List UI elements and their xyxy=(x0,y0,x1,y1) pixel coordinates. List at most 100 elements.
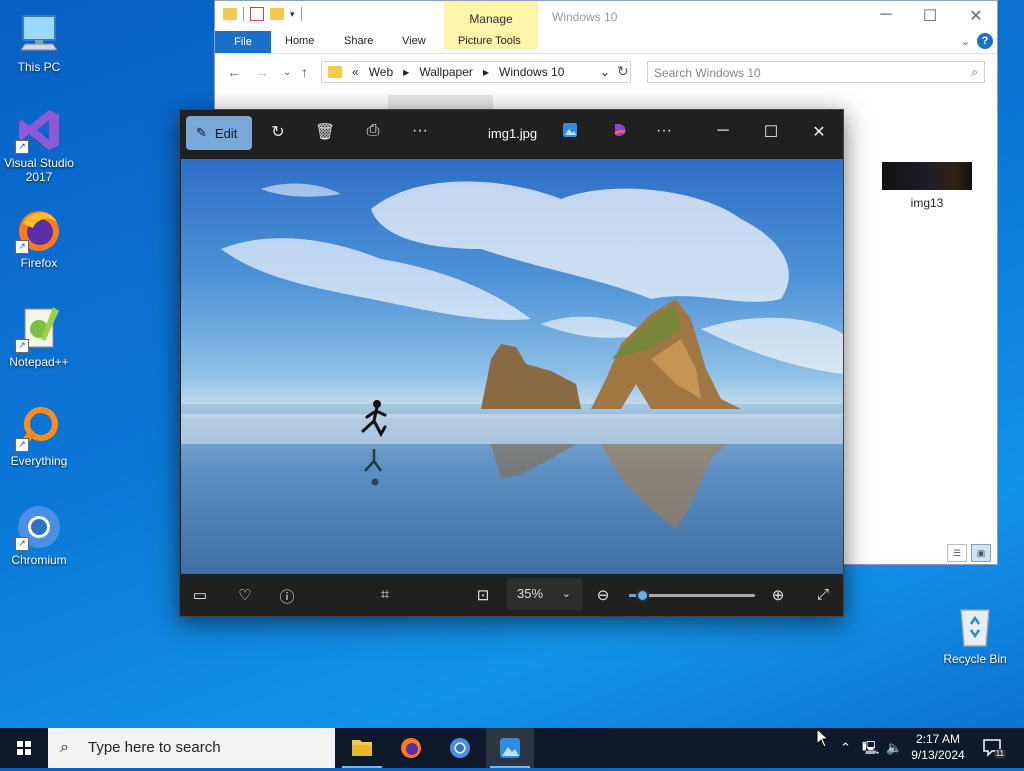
taskbar-chromium[interactable] xyxy=(436,728,484,768)
desktop-icon-label: Chromium xyxy=(11,553,67,567)
chromium-icon: ↗ xyxy=(15,503,63,551)
volume-muted-icon[interactable]: 🔈 xyxy=(886,728,902,768)
action-center-button[interactable]: 11 xyxy=(982,737,1006,759)
breadcrumb-separator-icon[interactable]: ▶ xyxy=(403,68,409,77)
customize-toolbar-icon[interactable]: ▾ xyxy=(290,9,295,20)
clock-date: 9/13/2024 xyxy=(911,748,965,762)
ocr-scan-icon[interactable]: ⌗ xyxy=(374,586,396,603)
mouse-cursor-icon xyxy=(816,728,830,748)
zoom-in-icon[interactable]: ⊕ xyxy=(767,586,789,604)
maximize-button[interactable]: ☐ xyxy=(759,122,783,142)
fit-to-window-icon[interactable]: ⊡ xyxy=(472,586,494,604)
desktop-icon-label: Everything xyxy=(10,454,68,468)
desktop-icon-label: Recycle Bin xyxy=(943,652,1007,666)
more-options-icon[interactable]: ··· xyxy=(408,122,432,140)
taskbar: ⌕ Type here to search ⌃ 🖳 🔈 2:17 AM 9/13… xyxy=(0,728,1024,768)
show-hidden-icons-icon[interactable]: ⌃ xyxy=(840,728,851,768)
breadcrumb-web[interactable]: Web xyxy=(369,65,393,79)
forward-icon[interactable]: → xyxy=(255,64,269,80)
computer-icon xyxy=(15,10,63,58)
photos-viewer-window[interactable]: ✎ Edit ↻ 🗑 ⎙ ··· img1.jpg ··· ─ ☐ ✕ ▭ ♡ … xyxy=(179,109,844,617)
zoom-level-dropdown[interactable]: 35% ⌄ xyxy=(507,578,583,610)
tab-share[interactable]: Share xyxy=(344,35,373,47)
recent-locations-icon[interactable]: ⌄ xyxy=(283,67,291,78)
breadcrumb-separator-icon[interactable]: ▶ xyxy=(483,68,489,77)
properties-icon[interactable] xyxy=(250,7,264,21)
tab-view[interactable]: View xyxy=(402,35,426,47)
expand-ribbon-icon[interactable]: ⌄ xyxy=(961,35,970,48)
zoom-slider-thumb[interactable] xyxy=(635,589,649,602)
file-thumbnail[interactable] xyxy=(882,162,972,190)
breadcrumb-windows-10[interactable]: Windows 10 xyxy=(499,65,564,79)
taskbar-file-explorer[interactable] xyxy=(338,728,386,768)
tab-picture-tools[interactable]: Picture Tools xyxy=(458,35,521,47)
selected-item-highlight xyxy=(388,95,493,109)
designer-icon[interactable] xyxy=(608,122,632,143)
folder-icon[interactable] xyxy=(223,8,237,20)
breadcrumb-wallpaper[interactable]: Wallpaper xyxy=(419,65,473,79)
everything-search-icon: ↗ xyxy=(15,404,63,452)
back-icon[interactable]: ← xyxy=(227,64,241,80)
desktop-icon-everything[interactable]: ↗ Everything xyxy=(2,404,76,468)
firefox-icon: ↗ xyxy=(15,206,63,254)
edit-image-icon: ✎ xyxy=(196,125,207,140)
full-screen-icon[interactable]: ⤢ xyxy=(812,586,834,603)
address-dropdown-icon[interactable]: ⌄ xyxy=(600,65,610,79)
search-input[interactable]: Search Windows 10 ⌕ xyxy=(647,61,985,83)
network-icon[interactable]: 🖳 xyxy=(862,728,879,768)
tab-home[interactable]: Home xyxy=(285,35,314,47)
shortcut-arrow-icon: ↗ xyxy=(15,240,29,254)
desktop-icon-label: Visual Studio 2017 xyxy=(4,156,74,184)
desktop-icon-this-pc[interactable]: This PC xyxy=(2,10,76,74)
photos-bottom-bar: ▭ ♡ ⓘ ⌗ ⊡ 35% ⌄ ⊖ ⊕ ⤢ xyxy=(180,574,843,616)
photos-app-icon xyxy=(500,738,520,758)
explorer-title-bar[interactable]: ▾ Manage Windows 10 ─ ☐ ✕ xyxy=(215,1,997,49)
minimize-button[interactable]: ─ xyxy=(711,122,735,140)
ribbon-tabs: File Home Share View Picture Tools ⌄ ? xyxy=(215,31,997,54)
print-icon[interactable]: ⎙ xyxy=(361,122,385,140)
desktop-icon-firefox[interactable]: ↗ Firefox xyxy=(2,206,76,270)
desktop-icon-recycle-bin[interactable]: Recycle Bin xyxy=(938,602,1012,666)
chevron-down-icon: ⌄ xyxy=(561,588,571,600)
help-icon[interactable]: ? xyxy=(977,33,993,49)
up-icon[interactable]: ↑ xyxy=(301,64,308,80)
taskbar-firefox[interactable] xyxy=(387,728,435,768)
shortcut-arrow-icon: ↗ xyxy=(15,438,29,452)
more-options-icon[interactable]: ··· xyxy=(652,122,676,140)
photos-app-icon[interactable] xyxy=(558,122,582,143)
start-button[interactable] xyxy=(0,728,48,768)
file-info-icon[interactable]: ⓘ xyxy=(276,586,298,607)
taskbar-search-input[interactable]: ⌕ Type here to search xyxy=(48,728,335,768)
windows-logo-icon xyxy=(17,741,31,755)
window-title: Windows 10 xyxy=(552,10,618,24)
details-view-icon[interactable]: ☰ xyxy=(947,544,967,562)
edit-button[interactable]: ✎ Edit xyxy=(186,116,252,150)
address-bar[interactable]: « Web ▶ Wallpaper ▶ Windows 10 ⌄ xyxy=(321,61,631,83)
minimize-button[interactable]: ─ xyxy=(871,6,901,24)
notification-count: 11 xyxy=(993,749,1006,759)
desktop-icon-label: Notepad++ xyxy=(9,355,69,369)
desktop-icon-visual-studio[interactable]: ↗ Visual Studio 2017 xyxy=(2,106,76,184)
desktop-icon-notepad-plus-plus[interactable]: ↗ Notepad++ xyxy=(2,305,76,369)
close-button[interactable]: ✕ xyxy=(807,122,831,142)
rotate-icon[interactable]: ↻ xyxy=(266,122,290,142)
maximize-button[interactable]: ☐ xyxy=(915,6,945,26)
view-switcher: ☰ ▣ xyxy=(947,544,991,562)
refresh-icon[interactable]: ↻ xyxy=(617,63,629,80)
file-name[interactable]: img13 xyxy=(882,196,972,210)
displayed-photo[interactable] xyxy=(181,159,843,574)
desktop-icon-chromium[interactable]: ↗ Chromium xyxy=(2,503,76,567)
breadcrumb-overflow[interactable]: « xyxy=(352,65,359,79)
taskbar-photos[interactable] xyxy=(486,728,534,768)
close-button[interactable]: ✕ xyxy=(961,6,991,26)
zoom-slider[interactable] xyxy=(629,589,755,602)
favorite-heart-icon[interactable]: ♡ xyxy=(234,586,256,604)
notepad-plus-plus-icon: ↗ xyxy=(15,305,63,353)
tab-file[interactable]: File xyxy=(215,31,271,53)
system-clock[interactable]: 2:17 AM 9/13/2024 xyxy=(905,731,971,763)
zoom-out-icon[interactable]: ⊖ xyxy=(592,586,614,604)
filmstrip-icon[interactable]: ▭ xyxy=(189,586,211,604)
large-icons-view-icon[interactable]: ▣ xyxy=(971,544,991,562)
new-folder-icon[interactable] xyxy=(270,8,284,20)
delete-icon[interactable]: 🗑 xyxy=(313,122,337,142)
